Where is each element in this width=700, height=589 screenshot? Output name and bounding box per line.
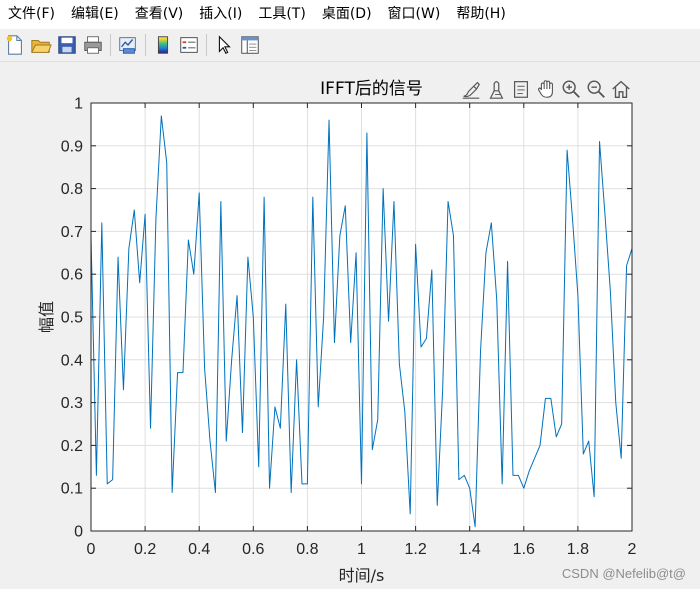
y-tick-label: 0.9 bbox=[61, 138, 83, 155]
x-tick-label: 1.2 bbox=[404, 541, 426, 558]
y-tick-label: 0.3 bbox=[61, 395, 83, 412]
new-file-button[interactable] bbox=[3, 33, 27, 57]
brush-button[interactable] bbox=[459, 77, 483, 101]
print-icon bbox=[84, 36, 102, 54]
x-tick-label: 1 bbox=[357, 541, 366, 558]
restore-view-button[interactable] bbox=[509, 77, 533, 101]
pan-button[interactable] bbox=[534, 77, 558, 101]
figure-area: 0 0.2 0.4 0.6 0.8 1 1.2 1.4 1.6 1.8 2 0 0.1 0.2 0.3 0.4… bbox=[0, 63, 700, 589]
menu-item-3[interactable]: 插入(I) bbox=[191, 0, 250, 29]
insert-colorbar-button[interactable] bbox=[151, 33, 175, 57]
x-axis-label: 时间/s bbox=[339, 566, 385, 585]
open-folder-button[interactable] bbox=[29, 33, 53, 57]
pan-icon bbox=[537, 80, 553, 98]
insert-colorbar-icon bbox=[157, 36, 169, 54]
print-button[interactable] bbox=[81, 33, 105, 57]
property-inspector-button[interactable] bbox=[238, 33, 262, 57]
menu-item-7[interactable]: 帮助(H) bbox=[448, 0, 513, 29]
watermark: CSDN @Nefelib@t@ bbox=[561, 566, 686, 581]
menu-item-2[interactable]: 查看(V) bbox=[127, 0, 192, 29]
figure-toolbar bbox=[0, 29, 700, 62]
menu-item-6[interactable]: 窗口(W) bbox=[380, 0, 449, 29]
pointer-icon bbox=[218, 35, 231, 54]
y-tick-label: 0.6 bbox=[61, 267, 83, 284]
y-tick-label: 0.7 bbox=[61, 224, 83, 241]
open-folder-icon bbox=[31, 39, 52, 53]
x-tick-label: 2 bbox=[628, 541, 637, 558]
plot-svg: 0 0.2 0.4 0.6 0.8 1 1.2 1.4 1.6 1.8 2 0 0.1 0.2 0.3 0.4… bbox=[37, 79, 637, 585]
y-tick-label: 0.4 bbox=[61, 352, 83, 369]
axes-toolbar bbox=[458, 77, 633, 101]
zoom-out-icon bbox=[587, 80, 605, 98]
y-tick-label: 0.1 bbox=[61, 481, 83, 498]
zoom-out-button[interactable] bbox=[584, 77, 608, 101]
property-inspector-icon bbox=[241, 36, 259, 54]
insert-legend-button[interactable] bbox=[177, 33, 201, 57]
brush-icon bbox=[462, 81, 480, 99]
insert-legend-icon bbox=[180, 37, 198, 53]
x-tick-label: 0.6 bbox=[242, 541, 264, 558]
menu-item-0[interactable]: 文件(F) bbox=[0, 0, 63, 29]
x-tick-label: 1.8 bbox=[567, 541, 589, 558]
y-axis-label: 幅值 bbox=[37, 301, 56, 333]
x-tick-label: 0.8 bbox=[296, 541, 318, 558]
chart-title: IFFT后的信号 bbox=[320, 79, 423, 99]
y-tick-label: 0.2 bbox=[61, 438, 83, 455]
restore-view-icon bbox=[513, 81, 528, 98]
new-file-icon bbox=[6, 35, 22, 55]
x-tick-label: 0.4 bbox=[188, 541, 210, 558]
toolbar-separator bbox=[110, 34, 111, 56]
data-tips-button[interactable] bbox=[484, 77, 508, 101]
y-tick-label: 0 bbox=[74, 524, 83, 541]
y-tick-label: 0.5 bbox=[61, 310, 83, 327]
save-icon bbox=[58, 36, 76, 54]
y-tick-label: 1 bbox=[74, 96, 83, 113]
y-tick-label: 0.8 bbox=[61, 181, 83, 198]
zoom-in-button[interactable] bbox=[559, 77, 583, 101]
link-plot-icon bbox=[119, 37, 136, 54]
x-tick-label: 1.4 bbox=[459, 541, 481, 558]
menu-item-1[interactable]: 编辑(E) bbox=[63, 0, 127, 29]
toolbar-separator bbox=[145, 34, 146, 56]
home-button[interactable] bbox=[609, 77, 633, 101]
toolbar-separator bbox=[206, 34, 207, 56]
data-tips-icon bbox=[489, 81, 503, 99]
link-plot-button[interactable] bbox=[116, 33, 140, 57]
menu-bar: 文件(F) 编辑(E) 查看(V) 插入(I) 工具(T) 桌面(D) 窗口(W) 帮助(H) bbox=[0, 0, 700, 29]
pointer-button[interactable] bbox=[212, 33, 236, 57]
menu-item-5[interactable]: 桌面(D) bbox=[314, 0, 380, 29]
save-button[interactable] bbox=[55, 33, 79, 57]
zoom-in-icon bbox=[562, 80, 580, 98]
x-tick-label: 0 bbox=[87, 541, 96, 558]
x-tick-label: 0.2 bbox=[134, 541, 156, 558]
x-tick-label: 1.6 bbox=[513, 541, 535, 558]
menu-item-4[interactable]: 工具(T) bbox=[250, 0, 313, 29]
home-icon bbox=[611, 80, 630, 98]
